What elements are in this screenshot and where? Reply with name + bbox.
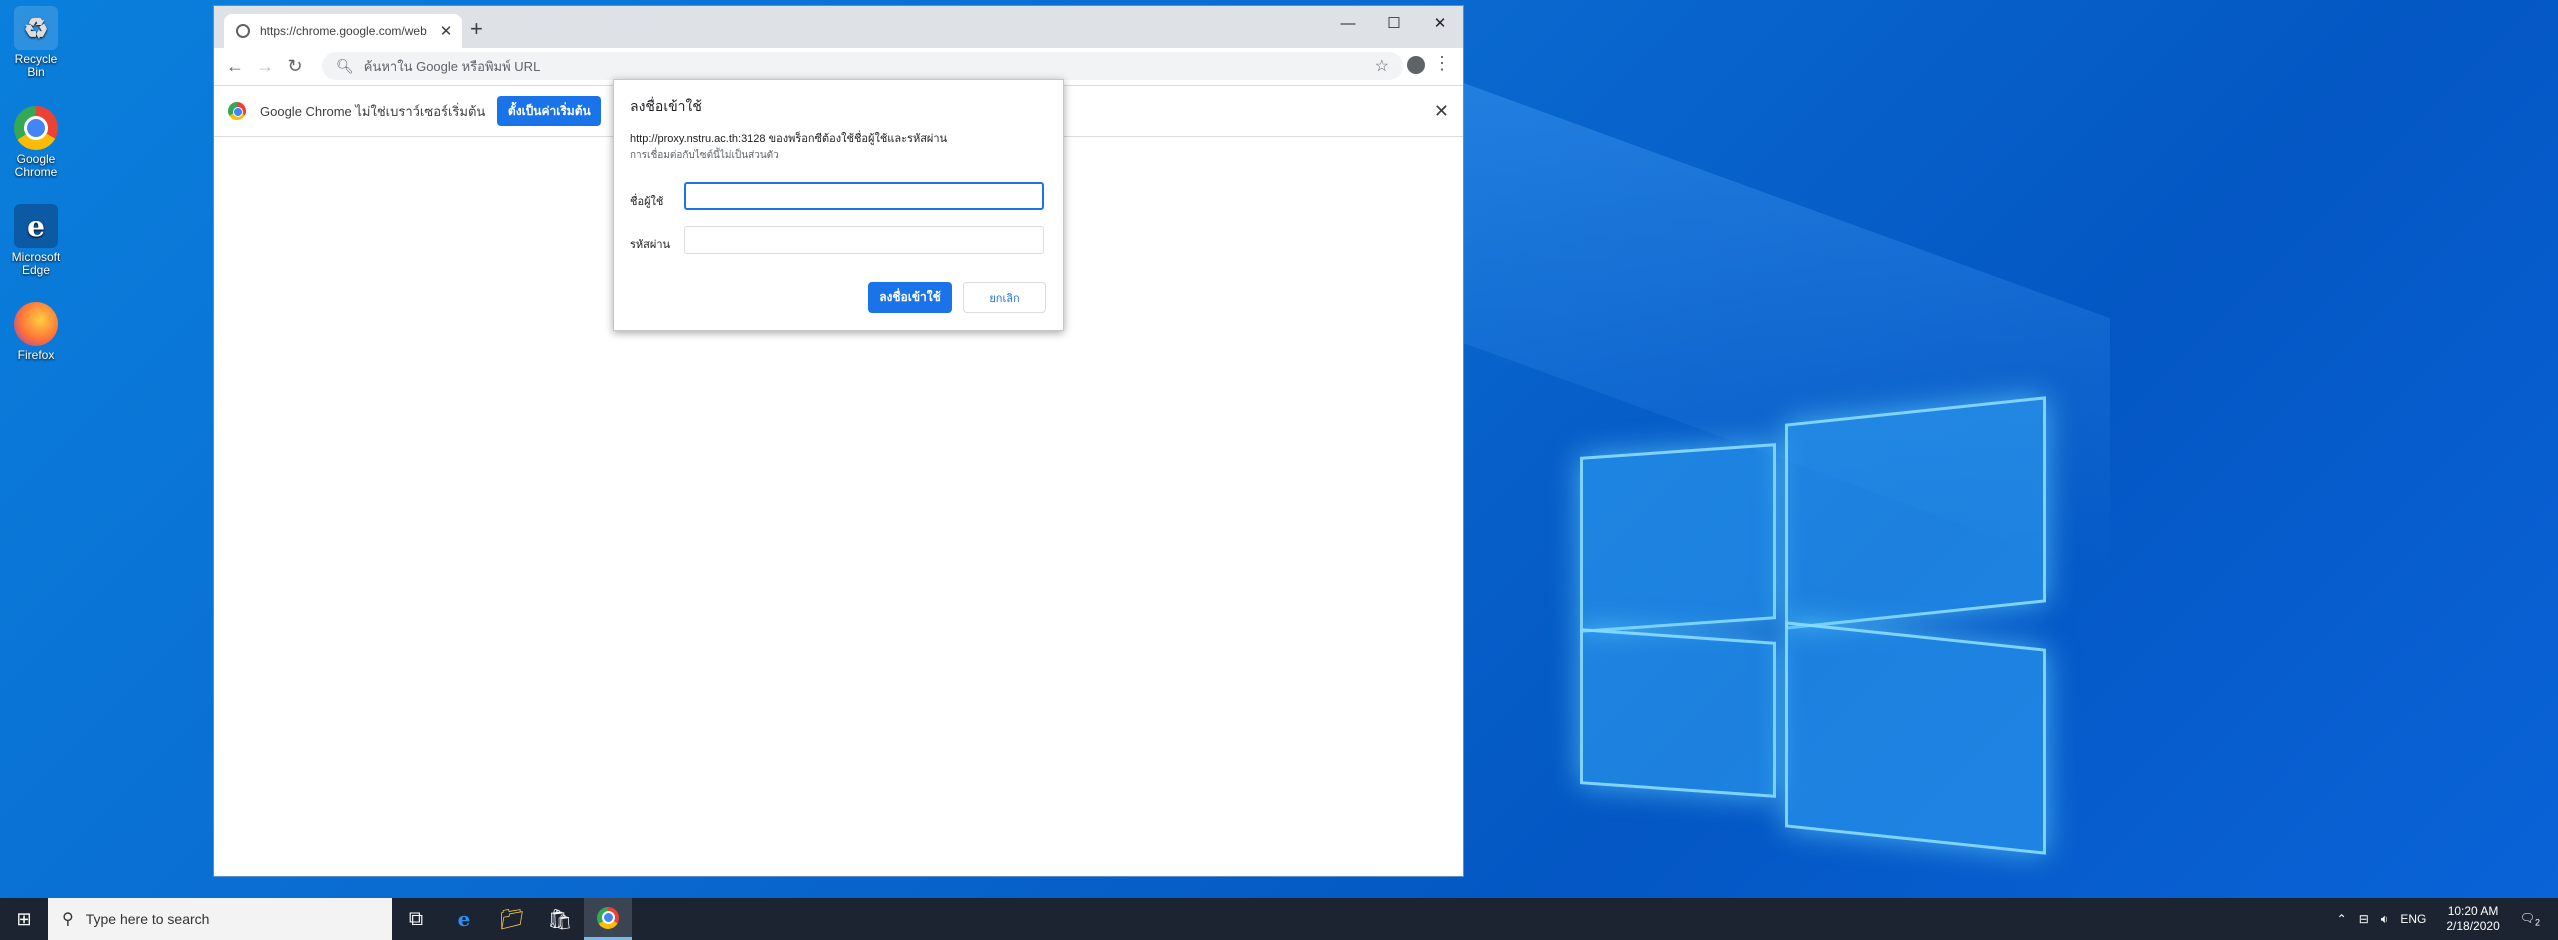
minimize-button[interactable]: —	[1325, 6, 1371, 40]
forward-button[interactable]: →	[250, 56, 280, 77]
windows-start-icon[interactable]: ⊞	[0, 898, 48, 940]
clock-date: 2/18/2020	[2446, 919, 2500, 933]
clock[interactable]: 10:20 AM 2/18/2020	[2446, 904, 2499, 934]
chrome-icon	[228, 102, 246, 120]
bookmark-star-icon[interactable]: ☆	[1375, 56, 1389, 76]
menu-kebab-icon[interactable]: ⋮	[1433, 53, 1451, 74]
task-view-icon[interactable]: ⧉	[392, 898, 440, 940]
notification-icon[interactable]: 🗨︎2	[2520, 911, 2540, 927]
search-icon: ⚲	[62, 911, 74, 928]
close-window-button[interactable]: ✕	[1417, 6, 1463, 40]
search-icon: 🔍︎	[336, 57, 354, 74]
system-tray: ⌃ ⊟ 🔉︎ ENG 10:20 AM 2/18/2020 🗨︎2	[2331, 898, 2558, 940]
edge-taskbar-icon[interactable]: e	[440, 898, 488, 940]
set-default-button[interactable]: ตั้งเป็นค่าเริ่มต้น	[497, 96, 602, 126]
omnibox-placeholder: ค้นหาใน Google หรือพิมพ์ URL	[363, 58, 541, 74]
new-tab-button[interactable]: +	[470, 16, 483, 42]
dialog-message: http://proxy.nstru.ac.th:3128 ของพร็อกซี…	[630, 133, 948, 145]
dialog-warning: การเชื่อมต่อกับไซต์นี้ไม่เป็นส่วนตัว	[630, 150, 779, 161]
username-field[interactable]	[684, 182, 1044, 210]
file-explorer-icon[interactable]: 📁︎	[488, 898, 536, 940]
desktop-icon-label: Recycle Bin	[14, 52, 58, 79]
tab-close-icon[interactable]: ✕	[436, 22, 456, 40]
network-icon[interactable]: ⊟	[2359, 912, 2369, 926]
chevron-up-icon[interactable]: ⌃	[2337, 912, 2347, 926]
maximize-button[interactable]: ☐	[1371, 6, 1417, 40]
taskbar-search-placeholder: Type here to search	[85, 911, 210, 927]
back-button[interactable]: ←	[220, 56, 250, 77]
reload-button[interactable]: ↻	[280, 56, 310, 77]
chrome-icon	[14, 106, 58, 150]
username-label: ชื่อผู้ใช้	[630, 196, 664, 208]
dialog-title: ลงชื่อเข้าใช้	[630, 98, 702, 114]
tab-title: https://chrome.google.com/web	[260, 24, 427, 38]
desktop-icon-label: Firefox	[17, 348, 55, 362]
infobar-close-icon[interactable]: ✕	[1434, 101, 1449, 122]
taskbar: ⊞ ⚲ Type here to search ⧉ e 📁︎ 🛍︎ ⌃ ⊟ 🔉︎…	[0, 898, 2558, 940]
infobar-text: Google Chrome ไม่ใช่เบราว์เซอร์เริ่มต้น	[260, 103, 486, 119]
password-label: รหัสผ่าน	[630, 239, 671, 251]
store-icon[interactable]: 🛍︎	[536, 898, 584, 940]
firefox-icon	[14, 302, 58, 346]
globe-icon	[236, 24, 250, 38]
desktop-icon-google-chrome[interactable]: Google Chrome	[6, 106, 66, 179]
tab-strip: https://chrome.google.com/web ✕ + — ☐ ✕	[214, 6, 1463, 48]
desktop-icon-recycle-bin[interactable]: ♻ Recycle Bin	[6, 6, 66, 79]
desktop-icon-firefox[interactable]: Firefox	[6, 302, 66, 362]
omnibox[interactable]: 🔍︎ ค้นหาใน Google หรือพิมพ์ URL ☆	[322, 52, 1403, 80]
desktop-icon-label: Microsoft Edge	[11, 250, 61, 277]
chrome-taskbar-icon[interactable]	[584, 898, 632, 940]
taskbar-search-box[interactable]: ⚲ Type here to search	[48, 898, 392, 940]
desktop-icon-label: Google Chrome	[14, 152, 58, 179]
proxy-login-dialog: ลงชื่อเข้าใช้ http://proxy.nstru.ac.th:3…	[613, 79, 1064, 331]
language-indicator[interactable]: ENG	[2400, 912, 2426, 926]
profile-icon[interactable]	[1407, 56, 1425, 74]
password-field[interactable]	[684, 226, 1044, 254]
sign-in-button[interactable]: ลงชื่อเข้าใช้	[868, 282, 952, 313]
cancel-button[interactable]: ยกเลิก	[963, 282, 1046, 313]
notification-count: 2	[2534, 917, 2540, 928]
edge-icon: e	[14, 204, 58, 248]
clock-time: 10:20 AM	[2447, 904, 2499, 918]
desktop-icon-microsoft-edge[interactable]: e Microsoft Edge	[6, 204, 66, 277]
tab-active[interactable]: https://chrome.google.com/web ✕	[224, 14, 462, 48]
windows-logo-wallpaper	[1580, 390, 2060, 870]
recycle-bin-icon: ♻	[14, 6, 58, 50]
volume-icon[interactable]: 🔉︎	[2381, 912, 2389, 927]
